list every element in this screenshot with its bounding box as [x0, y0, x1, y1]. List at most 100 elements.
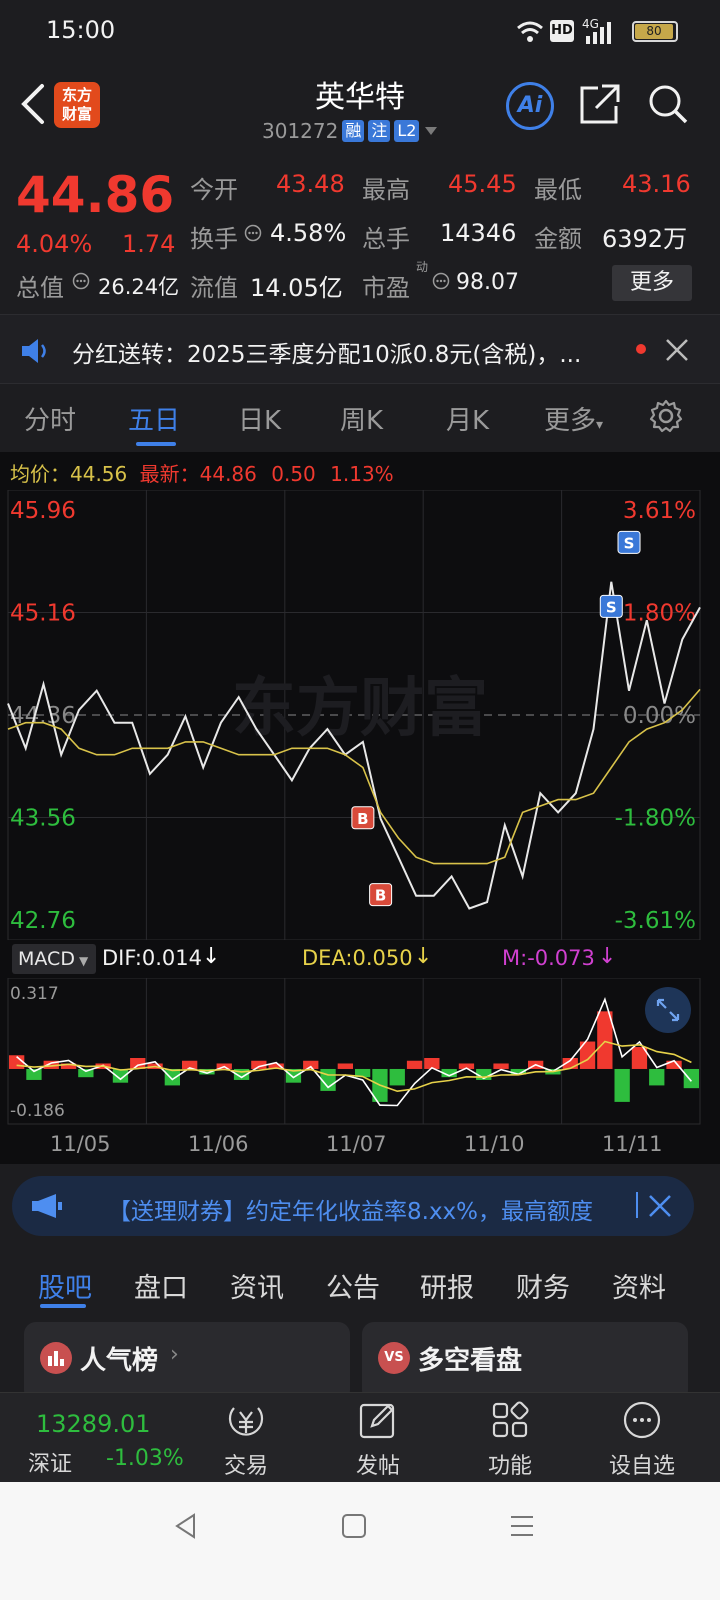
bull-bear-card-title: 多空看盘 [418, 1346, 523, 1376]
last-value: 44.86 [199, 462, 257, 486]
amount-label: 金额 [534, 225, 582, 253]
tab-profile[interactable]: 资料 [612, 1266, 666, 1305]
close-icon[interactable] [664, 337, 690, 363]
macd-histogram-bar [406, 1060, 423, 1069]
macd-histogram-bar [614, 1068, 630, 1102]
price-axis-label: 45.16 [10, 601, 76, 627]
date-label: 11/05 [50, 1132, 111, 1156]
mktcap-value: 26.24亿 [98, 275, 180, 299]
macd-selector[interactable]: MACD ▼ [12, 944, 96, 974]
tab-finance[interactable]: 财务 [516, 1266, 570, 1305]
share-icon[interactable] [578, 82, 622, 126]
stock-code-row[interactable]: 301272 融 注 L2 [262, 118, 439, 144]
tab-daily-k[interactable]: 日K [238, 400, 281, 437]
macd-bottom-value: -0.186 [10, 1101, 65, 1121]
watermark: 东方财富 [232, 672, 488, 746]
price-axis-label: 45.96 [10, 498, 76, 524]
bull-bear-card[interactable]: VS 多空看盘 [362, 1322, 688, 1402]
avg-label: 均价： [10, 462, 70, 486]
change-amount: 1.74 [122, 230, 176, 258]
ranking-icon [40, 1342, 72, 1374]
nav-watchlist-label[interactable]: 设自选 [602, 1448, 682, 1480]
quote-panel: 44.86 4.04% 1.74 今开 43.48 最高 45.45 最低 43… [0, 150, 720, 312]
post-edit-icon[interactable] [358, 1400, 398, 1440]
nav-post-label[interactable]: 发帖 [338, 1448, 418, 1480]
tab-monthly-k[interactable]: 月K [446, 400, 489, 437]
megaphone-icon [32, 1194, 62, 1218]
tab-weekly-k[interactable]: 周K [340, 400, 383, 437]
index-name[interactable]: 深证 [28, 1446, 72, 1478]
trade-signal-label: S [606, 598, 617, 616]
battery-level: 80 [635, 24, 673, 39]
close-icon[interactable] [648, 1194, 672, 1218]
tab-intraday[interactable]: 分时 [24, 400, 76, 437]
nav-menu-icon[interactable] [508, 1512, 536, 1540]
info-icon[interactable] [72, 272, 90, 290]
last-price: 44.86 [16, 166, 175, 224]
nav-trade-label[interactable]: 交易 [206, 1448, 286, 1480]
divider [636, 1192, 638, 1218]
tab-orderbook[interactable]: 盘口 [134, 1266, 188, 1305]
speaker-icon [22, 339, 46, 363]
stock-code: 301272 [262, 119, 339, 143]
open-value: 43.48 [276, 170, 345, 198]
high-value: 45.45 [448, 170, 517, 198]
info-icon[interactable] [244, 224, 262, 242]
popularity-card[interactable]: 人气榜 › [24, 1322, 350, 1402]
tag-registered: 注 [368, 120, 391, 142]
tab-news[interactable]: 资讯 [230, 1266, 284, 1305]
open-label: 今开 [190, 176, 238, 204]
macd-histogram-bar [683, 1068, 699, 1089]
search-icon[interactable] [646, 82, 690, 126]
promo-text: 【送理财券】约定年化收益率8.xx%，最高额度 [108, 1199, 594, 1225]
functions-grid-icon[interactable] [490, 1400, 530, 1440]
volume-label: 总手 [362, 225, 410, 253]
more-button[interactable]: 更多 [612, 265, 692, 301]
pe-value: 98.07 [456, 270, 519, 295]
popularity-card-title: 人气榜 [80, 1346, 159, 1376]
tab-five-day[interactable]: 五日 [128, 400, 180, 437]
low-label: 最低 [534, 176, 582, 204]
tab-more[interactable]: 更多▾ [544, 400, 603, 437]
ai-button[interactable]: Ai [506, 82, 554, 130]
percent-axis-label: -1.80% [615, 806, 696, 832]
chart-legend: 均价：44.56 最新：44.86 0.50 1.13% [10, 458, 394, 487]
high-label: 最高 [362, 176, 410, 204]
expand-icon[interactable] [644, 986, 692, 1034]
macd-histogram-bar [493, 1063, 509, 1069]
tab-research[interactable]: 研报 [420, 1266, 474, 1305]
battery-icon: 80 [632, 21, 678, 42]
tab-forum[interactable]: 股吧 [38, 1266, 92, 1305]
section-tab-underline [40, 1304, 86, 1308]
tab-underline [136, 442, 176, 446]
nav-home-icon[interactable] [340, 1512, 368, 1540]
info-icon[interactable] [432, 272, 450, 290]
vs-icon: VS [378, 1342, 410, 1374]
last-label: 最新： [139, 462, 200, 486]
unread-dot [636, 344, 646, 354]
tab-announcements[interactable]: 公告 [326, 1266, 380, 1305]
nav-functions-label[interactable]: 功能 [470, 1448, 550, 1480]
change-percent: 4.04% [16, 230, 93, 258]
chevron-right-icon: › [170, 1342, 179, 1367]
date-label: 11/07 [326, 1132, 387, 1156]
signal-icon [586, 22, 611, 44]
macd-histogram-bar [389, 1068, 405, 1086]
macd-histogram-bar [649, 1068, 665, 1086]
tab-more-caret-icon: ▾ [596, 417, 604, 433]
price-axis-label: 43.56 [10, 806, 76, 832]
add-watchlist-icon[interactable] [622, 1400, 662, 1440]
pe-label: 市盈 [362, 274, 410, 302]
notice-bar[interactable]: 分红送转：2025三季度分配10派0.8元(含税)，... [0, 314, 720, 384]
settings-gear-icon[interactable] [648, 398, 684, 434]
trade-signal-label: B [357, 810, 368, 828]
nav-back-icon[interactable] [172, 1512, 200, 1540]
index-percent[interactable]: -1.03% [106, 1446, 184, 1471]
macd-m: M:-0.073 [502, 946, 595, 970]
macd-dea: DEA:0.050 [302, 946, 413, 970]
trade-yen-icon[interactable] [226, 1400, 266, 1440]
index-value[interactable]: 13289.01 [36, 1410, 151, 1438]
avg-value: 44.56 [70, 462, 128, 486]
percent-axis-label: 1.80% [623, 601, 696, 627]
macd-histogram-bar [337, 1063, 353, 1069]
